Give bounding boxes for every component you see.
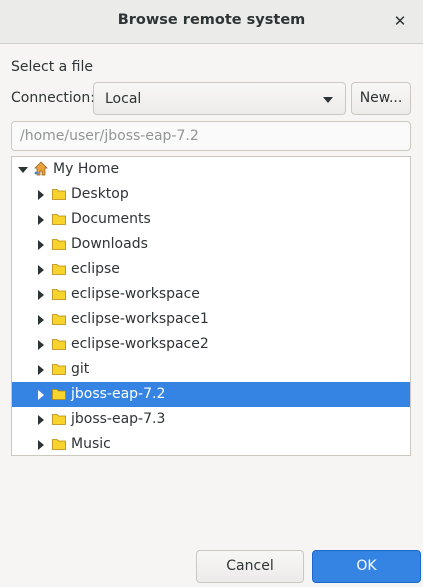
chevron-right-icon[interactable] xyxy=(38,365,44,375)
cancel-button[interactable]: Cancel xyxy=(196,550,304,583)
tree-root-row[interactable]: My Home xyxy=(12,157,410,182)
tree-folder-row[interactable]: Documents xyxy=(12,207,410,232)
file-tree[interactable]: My Home Desktop Documents Downloads eclipse… xyxy=(11,156,411,456)
folder-icon xyxy=(52,414,66,425)
chevron-right-icon[interactable] xyxy=(38,415,44,425)
connection-select-value: Local xyxy=(105,91,142,107)
tree-folder-label: eclipse-workspace1 xyxy=(71,311,209,327)
tree-folder-row[interactable]: eclipse-workspace1 xyxy=(12,307,410,332)
folder-icon xyxy=(52,364,66,375)
chevron-right-icon[interactable] xyxy=(38,240,44,250)
chevron-right-icon[interactable] xyxy=(38,315,44,325)
folder-icon xyxy=(52,339,66,350)
tree-folder-label: Documents xyxy=(71,211,151,227)
tree-folder-label: jboss-eap-7.2 xyxy=(71,386,166,402)
folder-icon xyxy=(52,314,66,325)
chevron-right-icon[interactable] xyxy=(38,215,44,225)
tree-folder-label: eclipse xyxy=(71,261,120,277)
expand-down-icon[interactable] xyxy=(18,167,28,173)
tree-folder-label: git xyxy=(71,361,90,377)
new-connection-button[interactable]: New... xyxy=(351,82,411,115)
ok-button[interactable]: OK xyxy=(312,550,421,583)
tree-folder-row[interactable]: Downloads xyxy=(12,232,410,257)
dialog-title: Browse remote system xyxy=(117,12,306,28)
folder-icon xyxy=(52,389,66,400)
tree-folder-label: Music xyxy=(71,436,111,452)
chevron-right-icon[interactable] xyxy=(38,290,44,300)
folder-icon xyxy=(52,289,66,300)
tree-folder-label: jboss-eap-7.3 xyxy=(71,411,166,427)
folder-icon xyxy=(52,239,66,250)
tree-folder-row[interactable]: git xyxy=(12,357,410,382)
dialog-subtitle: Select a file xyxy=(11,59,93,75)
folder-icon xyxy=(52,264,66,275)
tree-folder-label: eclipse-workspace2 xyxy=(71,336,209,352)
chevron-right-icon[interactable] xyxy=(38,340,44,350)
tree-folder-label: Desktop xyxy=(71,186,129,202)
folder-icon xyxy=(52,189,66,200)
path-input[interactable]: /home/user/jboss-eap-7.2 xyxy=(11,121,411,151)
tree-root-label: My Home xyxy=(53,161,120,177)
tree-folder-label: eclipse-workspace xyxy=(71,286,200,302)
chevron-right-icon[interactable] xyxy=(38,190,44,200)
tree-folder-row[interactable]: Music xyxy=(12,432,410,455)
chevron-right-icon[interactable] xyxy=(38,390,44,400)
tree-folder-row[interactable]: eclipse-workspace xyxy=(12,282,410,307)
connection-label: Connection: xyxy=(11,90,95,106)
dialog-titlebar: Browse remote system ✕ xyxy=(0,0,423,44)
tree-folder-label: Downloads xyxy=(71,236,148,252)
tree-folder-row[interactable]: eclipse-workspace2 xyxy=(12,332,410,357)
tree-folder-row[interactable]: eclipse xyxy=(12,257,410,282)
chevron-right-icon[interactable] xyxy=(38,440,44,450)
tree-folder-row[interactable]: jboss-eap-7.2 xyxy=(12,382,410,407)
tree-folder-row[interactable]: Desktop xyxy=(12,182,410,207)
chevron-down-icon xyxy=(323,97,333,103)
close-icon[interactable]: ✕ xyxy=(391,11,409,31)
folder-icon xyxy=(52,214,66,225)
connection-select[interactable]: Local xyxy=(93,82,346,115)
tree-folder-row[interactable]: jboss-eap-7.3 xyxy=(12,407,410,432)
folder-icon xyxy=(52,439,66,450)
home-network-icon xyxy=(34,161,48,176)
chevron-right-icon[interactable] xyxy=(38,265,44,275)
